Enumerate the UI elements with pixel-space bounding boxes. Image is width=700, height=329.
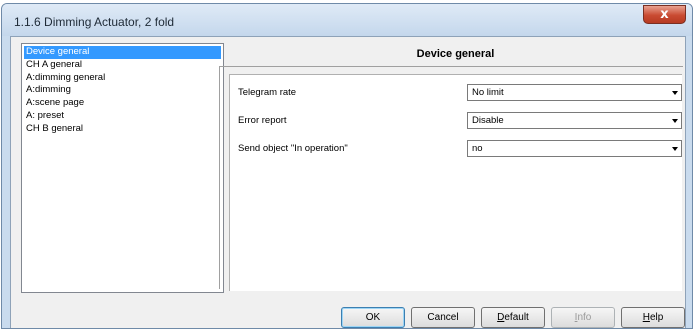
- close-button[interactable]: x: [643, 5, 686, 24]
- help-label: elp: [649, 312, 664, 323]
- cancel-button[interactable]: Cancel: [411, 307, 475, 328]
- tree-item-a-dimming[interactable]: A:dimming: [24, 84, 221, 97]
- error-report-label: Error report: [238, 115, 287, 126]
- dialog-window: 1.1.6 Dimming Actuator, 2 fold x Device …: [1, 3, 693, 329]
- chevron-down-icon: [672, 91, 678, 95]
- chevron-down-icon: [672, 147, 678, 151]
- help-button[interactable]: Help: [621, 307, 685, 328]
- default-label: efault: [504, 312, 529, 323]
- parameter-panel: Telegram rate No limit Error report Disa…: [219, 66, 683, 291]
- send-object-value: no: [472, 143, 483, 154]
- help-accel: H: [642, 312, 650, 323]
- telegram-rate-value: No limit: [472, 87, 504, 98]
- dialog-client-area: Device general CH A general A:dimming ge…: [10, 36, 686, 328]
- info-label: nfo: [577, 312, 592, 323]
- telegram-rate-label: Telegram rate: [238, 87, 297, 98]
- ok-button[interactable]: OK: [341, 307, 405, 328]
- error-report-select[interactable]: Disable: [467, 112, 682, 129]
- parameter-panel-body: Telegram rate No limit Error report Disa…: [229, 74, 682, 291]
- tree-item-a-scene-page[interactable]: A:scene page: [24, 97, 221, 110]
- tree-item-ch-b-general[interactable]: CH B general: [24, 123, 221, 136]
- tree-item-device-general[interactable]: Device general: [24, 46, 221, 59]
- tree-item-a-preset[interactable]: A: preset: [24, 110, 221, 123]
- title-bar[interactable]: 1.1.6 Dimming Actuator, 2 fold x: [2, 4, 692, 36]
- error-report-value: Disable: [472, 115, 504, 126]
- tree-item-a-dimming-general[interactable]: A:dimming general: [24, 72, 221, 85]
- parameter-tree: Device general CH A general A:dimming ge…: [21, 43, 224, 293]
- chevron-down-icon: [672, 119, 678, 123]
- close-icon: x: [660, 7, 669, 22]
- tree-item-ch-a-general[interactable]: CH A general: [24, 59, 221, 72]
- default-button[interactable]: Default: [481, 307, 545, 328]
- info-button[interactable]: Info: [551, 307, 615, 328]
- telegram-rate-select[interactable]: No limit: [467, 84, 682, 101]
- send-object-select[interactable]: no: [467, 140, 682, 157]
- window-title: 1.1.6 Dimming Actuator, 2 fold: [14, 15, 175, 29]
- send-object-label: Send object "In operation": [238, 143, 348, 154]
